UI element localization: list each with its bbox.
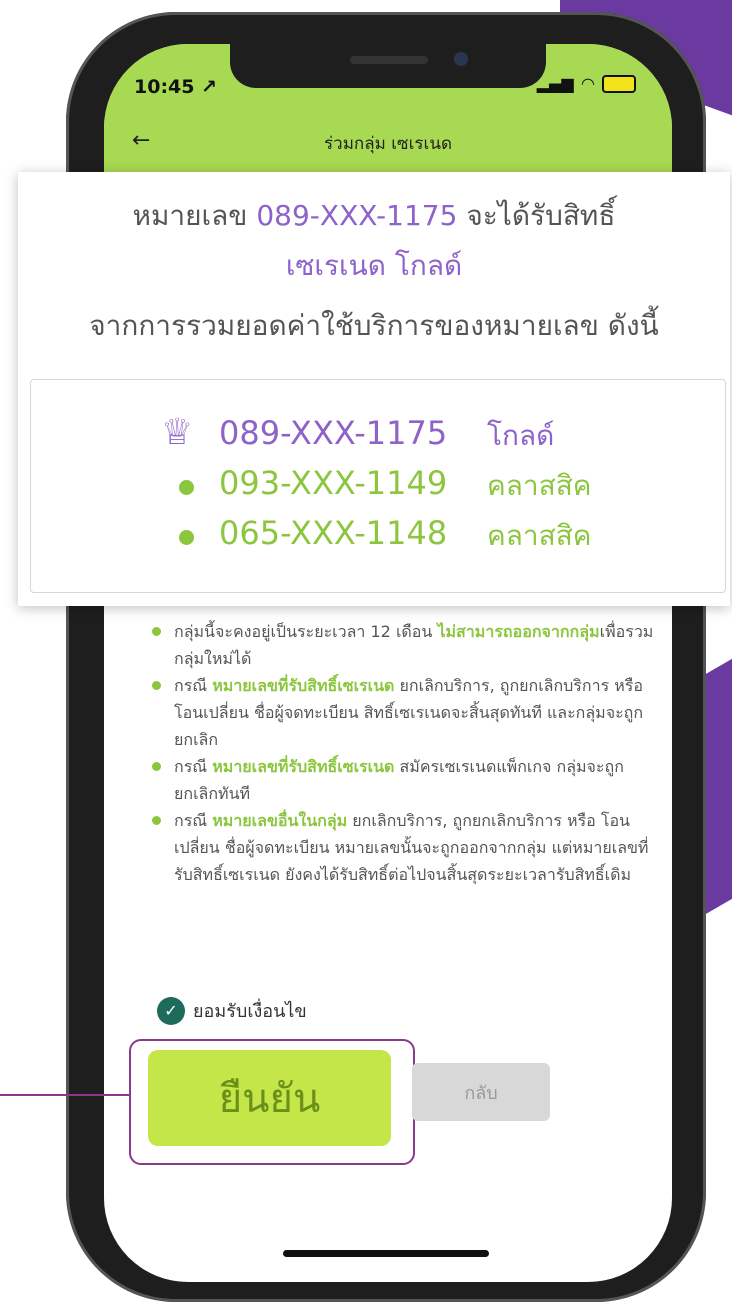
speaker-grille xyxy=(350,56,428,64)
bullet-icon xyxy=(152,627,161,636)
status-time: 10:45 ↗ xyxy=(134,76,217,98)
header-title: ร่วมกลุ่ม เซเรเนด xyxy=(324,134,452,154)
wifi-icon: ◠ xyxy=(581,74,594,93)
member-row: ♕ 089-XXX-1175 โกลด์ xyxy=(31,412,725,460)
accept-terms-row[interactable]: ✓ ยอมรับเงื่อนไข xyxy=(157,996,307,1025)
member-row: 065-XXX-1148 คลาสสิค xyxy=(31,514,725,560)
member-row: 093-XXX-1149 คลาสสิค xyxy=(31,464,725,510)
tier-name: เซเรเนด โกลด์ xyxy=(285,249,463,282)
battery-icon xyxy=(602,74,636,93)
location-arrow-icon: ↗ xyxy=(201,76,218,98)
rule-item: กรณี หมายเลขที่รับสิทธิ์เซเรเนด ยกเลิกบร… xyxy=(148,672,658,753)
rule-item: กรณี หมายเลขที่รับสิทธิ์เซเรเนด สมัครเซเ… xyxy=(148,753,658,807)
member-number: 065-XXX-1148 xyxy=(219,514,448,552)
member-numbers-box: ♕ 089-XXX-1175 โกลด์ 093-XXX-1149 คลาสสิ… xyxy=(30,379,726,593)
rule-item: กลุ่มนี้จะคงอยู่เป็นระยะเวลา 12 เดือน ไม… xyxy=(148,618,658,672)
front-camera xyxy=(454,52,468,66)
summary-card: หมายเลข 089-XXX-1175 จะได้รับสิทธิ์ เซเร… xyxy=(18,172,730,606)
phone-notch xyxy=(230,44,546,88)
back-button[interactable]: กลับ xyxy=(412,1063,550,1121)
home-indicator xyxy=(283,1250,489,1257)
time-text: 10:45 xyxy=(134,76,195,98)
bullet-icon xyxy=(152,681,161,690)
summary-number: 089-XXX-1175 xyxy=(256,199,458,232)
confirm-button[interactable]: ยืนยัน xyxy=(148,1050,391,1146)
member-plan: โกลด์ xyxy=(487,419,555,452)
summary-line: หมายเลข 089-XXX-1175 จะได้รับสิทธิ์ xyxy=(132,199,616,232)
status-icons: ▂▄▆ ◠ xyxy=(537,74,636,93)
bullet-icon xyxy=(152,762,161,771)
rule-item: กรณี หมายเลขอื่นในกลุ่ม ยกเลิกบริการ, ถู… xyxy=(148,807,658,888)
crown-icon: ♕ xyxy=(161,412,194,453)
bullet-icon xyxy=(152,816,161,825)
member-number: 093-XXX-1149 xyxy=(219,464,448,502)
dot-icon xyxy=(179,480,194,495)
member-plan: คลาสสิค xyxy=(487,519,592,552)
accept-terms-label: ยอมรับเงื่อนไข xyxy=(193,1001,307,1022)
signal-icon: ▂▄▆ xyxy=(536,74,574,93)
summary-description: จากการรวมยอดค่าใช้บริการของหมายเลข ดังนี… xyxy=(89,309,659,342)
dot-icon xyxy=(179,530,194,545)
member-plan: คลาสสิค xyxy=(487,469,592,502)
callout-connector-line xyxy=(0,1094,131,1096)
rules-list: กลุ่มนี้จะคงอยู่เป็นระยะเวลา 12 เดือน ไม… xyxy=(148,618,658,888)
checkmark-icon[interactable]: ✓ xyxy=(157,996,185,1025)
member-number: 089-XXX-1175 xyxy=(219,414,448,452)
